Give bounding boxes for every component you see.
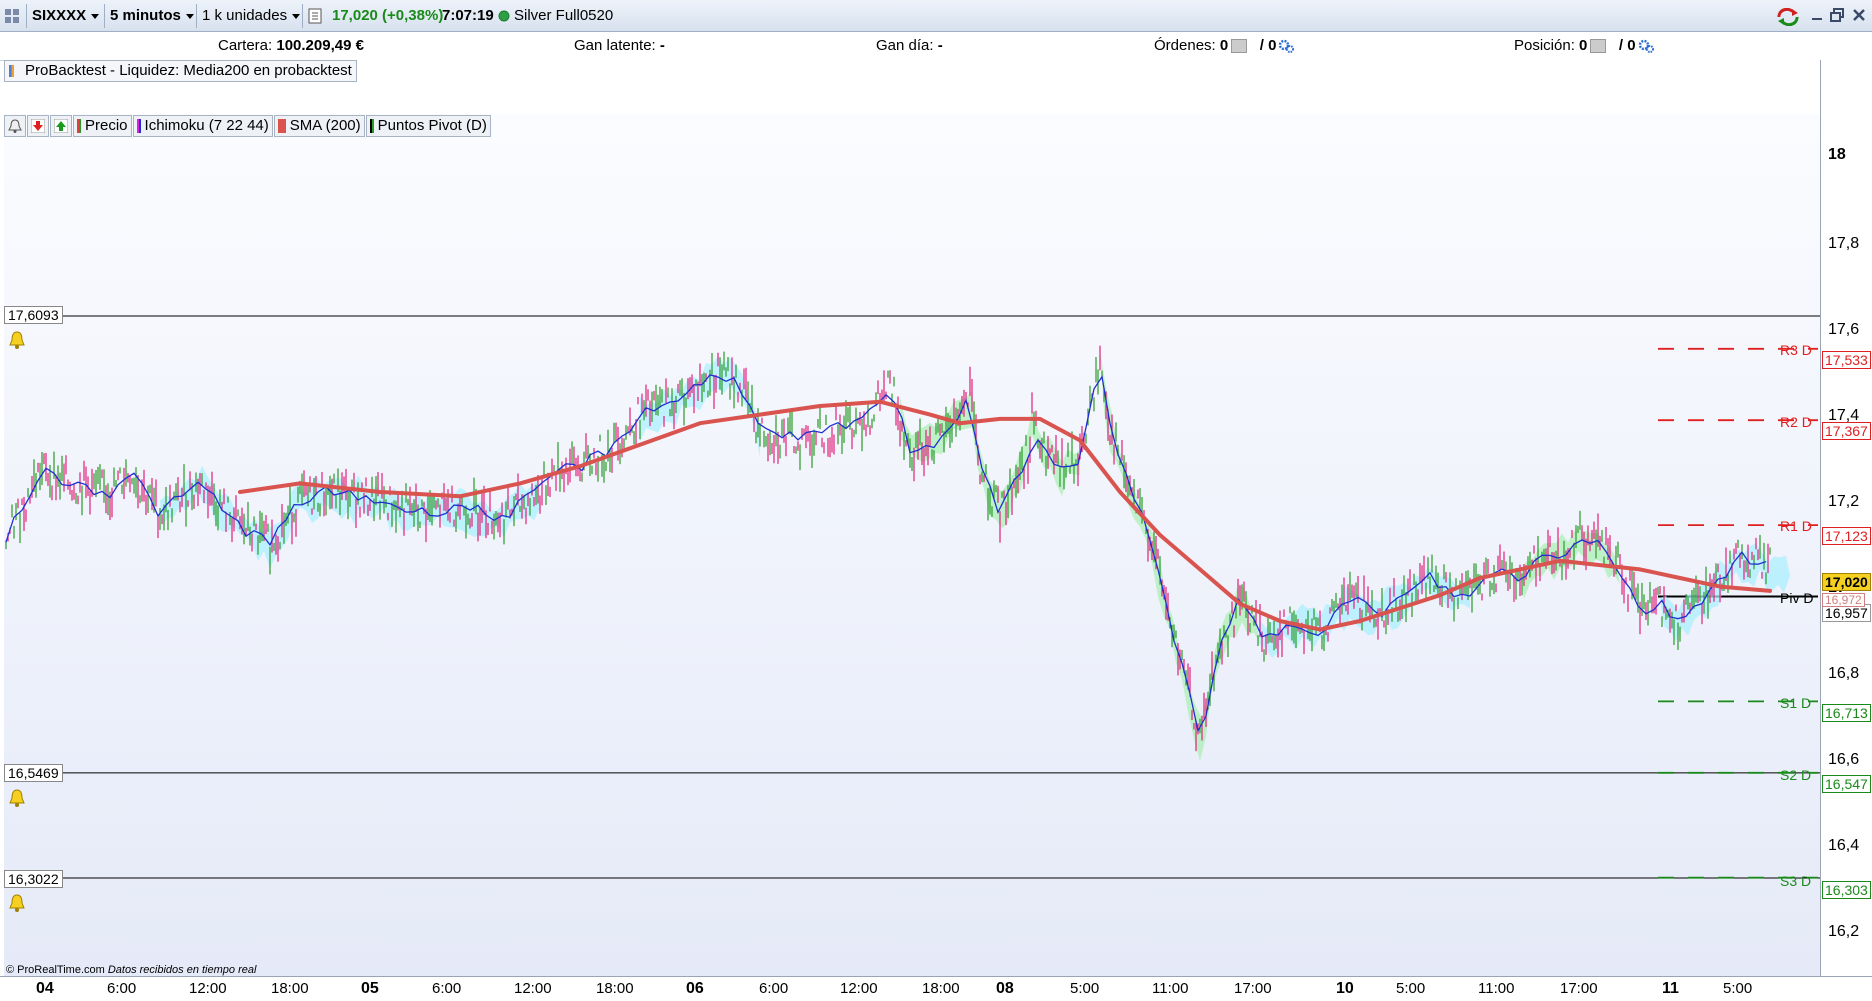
y-tick: 16,2 <box>1828 923 1860 940</box>
up-arrow-icon <box>54 119 68 133</box>
legend-ichimoku[interactable]: Ichimoku (7 22 44) <box>132 115 273 137</box>
x-tick: 17:00 <box>1234 980 1272 997</box>
alert-bell-icon[interactable] <box>8 894 26 912</box>
x-tick: 18:00 <box>922 980 960 997</box>
pivot-piv-name: Piv D <box>1780 590 1814 606</box>
precio-swatch-icon <box>77 119 81 133</box>
y-tick: 16,8 <box>1828 665 1860 682</box>
sell-button[interactable] <box>27 115 49 137</box>
pivots-swatch-icon <box>369 119 374 133</box>
buy-button[interactable] <box>50 115 72 137</box>
ichimoku-cloud <box>1100 350 1260 762</box>
x-tick: 11:00 <box>1152 980 1189 997</box>
pivot-r1-value: 17,123 <box>1822 527 1871 545</box>
legend-pivots[interactable]: Puntos Pivot (D) <box>365 115 491 137</box>
hidden-price-tag: 16,972 <box>1822 593 1865 607</box>
alert-bell-button[interactable] <box>4 115 26 137</box>
x-tick: 17:00 <box>1560 980 1598 997</box>
x-tick: 11 <box>1662 980 1679 997</box>
x-tick: 05 <box>361 980 379 997</box>
x-tick: 12:00 <box>840 980 878 997</box>
y-tick: 16,6 <box>1828 751 1860 768</box>
pivot-r1-name: R1 D <box>1780 518 1812 534</box>
y-tick: 17,8 <box>1828 235 1860 252</box>
alert-bell-icon[interactable] <box>8 789 26 807</box>
hline-label-bottom2[interactable]: 16,3022 <box>4 870 63 888</box>
x-tick: 6:00 <box>107 980 137 997</box>
pivot-s3-value: 16,303 <box>1822 881 1871 899</box>
legend-sma[interactable]: SMA (200) <box>273 115 365 137</box>
copyright: © ProRealTime.com Datos recibidos en tie… <box>6 964 257 976</box>
pivot-s3-name: S3 D <box>1780 873 1812 889</box>
x-tick: 10 <box>1336 980 1354 997</box>
y-tick: 16,4 <box>1828 837 1860 854</box>
y-tick: 17,6 <box>1828 321 1860 338</box>
alert-bell-icon[interactable] <box>8 331 26 349</box>
current-price-tag: 17,020 <box>1822 573 1871 591</box>
x-tick: 06 <box>686 980 704 997</box>
pivot-r2-name: R2 D <box>1780 414 1812 430</box>
pivot-r2-value: 17,367 <box>1822 422 1871 440</box>
x-tick: 5:00 <box>1723 980 1753 997</box>
pivot-r3-name: R3 D <box>1780 342 1812 358</box>
x-tick: 12:00 <box>189 980 227 997</box>
ichimoku-swatch-icon <box>136 119 141 133</box>
x-tick: 11:00 <box>1478 980 1515 997</box>
bell-icon <box>8 119 22 133</box>
x-tick: 18:00 <box>271 980 309 997</box>
x-tick: 6:00 <box>759 980 789 997</box>
x-tick: 12:00 <box>514 980 552 997</box>
ichimoku-cloud <box>160 465 540 569</box>
x-tick: 5:00 <box>1070 980 1100 997</box>
x-tick: 04 <box>36 980 54 997</box>
x-tick: 18:00 <box>596 980 634 997</box>
legend-precio[interactable]: Precio <box>73 115 132 137</box>
down-arrow-icon <box>31 119 45 133</box>
hline-label-bottom[interactable]: 16,5469 <box>4 764 63 782</box>
price-chart[interactable] <box>0 0 1872 1000</box>
x-tick: 08 <box>996 980 1014 997</box>
pivot-s1-name: S1 D <box>1780 695 1812 711</box>
y-tick: 18 <box>1828 146 1846 163</box>
sma-swatch-icon <box>277 119 286 133</box>
indicator-legend: Precio Ichimoku (7 22 44) SMA (200) Punt… <box>4 115 492 137</box>
pivot-s1-value: 16,713 <box>1822 704 1871 722</box>
pivot-s2-name: S2 D <box>1780 767 1812 783</box>
y-tick: 17,2 <box>1828 493 1860 510</box>
pivot-r3-value: 17,533 <box>1822 351 1871 369</box>
hline-label-top[interactable]: 17,6093 <box>4 306 63 324</box>
x-tick: 6:00 <box>432 980 462 997</box>
x-tick: 5:00 <box>1396 980 1426 997</box>
pivot-s2-value: 16,547 <box>1822 775 1871 793</box>
